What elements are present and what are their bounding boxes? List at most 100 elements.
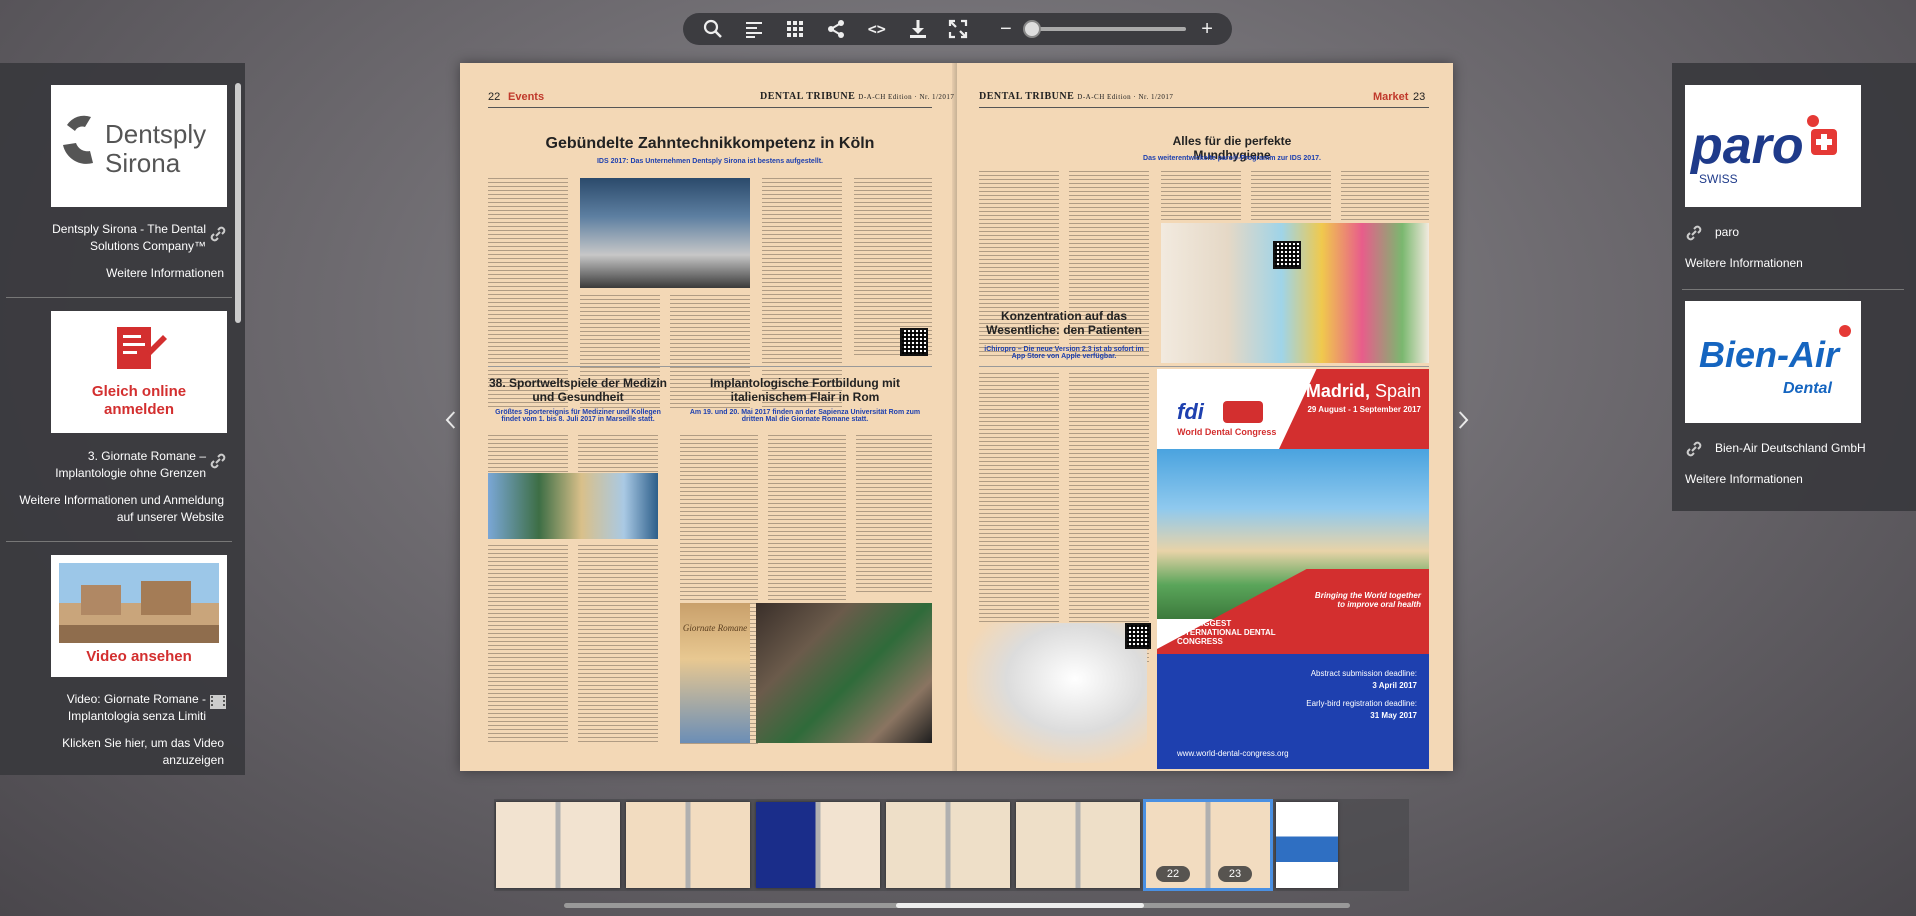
next-page-arrow[interactable] <box>1453 405 1473 435</box>
subhead-mundhygiene: Das weiterentwickelte paro®-Programm zur… <box>1143 155 1321 162</box>
dentsply-logo-word2: Sirona <box>105 148 181 178</box>
qr-code <box>1125 623 1151 649</box>
left-ad-panel: Dentsply Sirona Dentsply Sirona - The De… <box>0 63 245 775</box>
page-number-left: 22 <box>488 91 501 103</box>
register-online-text: Gleich online anmelden <box>91 383 187 418</box>
link-icon[interactable] <box>1685 440 1703 458</box>
page-right[interactable]: DENTAL TRIBUNE D-A-CH Edition · Nr. 1/20… <box>957 63 1453 771</box>
share-icon[interactable] <box>816 13 857 45</box>
ad-title-bien-air[interactable]: Bien-Air Deutschland GmbH <box>1715 441 1866 455</box>
brand-right: DENTAL TRIBUNE D-A-CH Edition · Nr. 1/20… <box>979 91 1173 102</box>
ad-title-dentsply[interactable]: Dentsply Sirona - The Dental Solutions C… <box>20 221 206 255</box>
thumbnail-page[interactable] <box>1016 802 1140 888</box>
article-column <box>856 435 932 595</box>
left-panel-scrollbar[interactable] <box>235 83 241 323</box>
headline-sportweltspiele: 38. Sportweltspiele der Medizin und Gesu… <box>488 376 668 404</box>
right-ad-panel: paro SWISS paro Weitere Informationen Bi… <box>1672 63 1916 511</box>
ad-title-paro[interactable]: paro <box>1715 225 1739 239</box>
fdi-ad-deadline2-label: Early-bird registration deadline: <box>1306 699 1417 708</box>
fdi-ad-congress-band: THE BIGGEST INTERNATIONAL DENTAL CONGRES… <box>1177 619 1276 646</box>
subhead-patienten: iChiropro – Die neue Version 2.3 ist ab … <box>984 346 1144 360</box>
download-icon[interactable] <box>897 13 938 45</box>
zoom-in-button[interactable]: + <box>1192 13 1222 45</box>
thumbnail-page[interactable] <box>1276 802 1338 888</box>
header-rule <box>979 107 1429 108</box>
page-number-right: 23 <box>1413 91 1426 103</box>
fdi-congress-ad[interactable]: Madrid, Spain 29 August - 1 September 20… <box>1157 369 1429 769</box>
zoom-slider[interactable] <box>1022 20 1187 38</box>
ichiropro-device-photo <box>967 623 1147 763</box>
article-column <box>762 178 842 408</box>
viewer-toolbar: <> − + <box>683 13 1232 45</box>
bien-air-logo[interactable]: Bien-Air Dental <box>1685 301 1861 423</box>
section-label-right: Market <box>1373 91 1409 103</box>
ad-link-video[interactable]: Klicken Sie hier, um das Video anzuzeige… <box>20 735 224 769</box>
article-column <box>488 178 568 408</box>
thumbnail-page[interactable] <box>886 802 1010 888</box>
divider <box>6 297 232 298</box>
section-rule <box>979 366 1429 367</box>
fdi-ad-dates: 29 August - 1 September 2017 <box>1307 405 1421 414</box>
dentsply-logo-word1: Dentsply <box>105 119 206 149</box>
article-column <box>578 545 658 745</box>
giornate-book-title: Giornate Romane <box>682 623 748 633</box>
qr-code <box>900 328 928 356</box>
video-film-icon[interactable] <box>209 693 227 711</box>
bien-air-logo-word: Bien-Air <box>1699 334 1841 375</box>
embed-code-label: <> <box>867 20 886 38</box>
thumbnail-page[interactable] <box>496 802 620 888</box>
fdi-ad-deadline2: 31 May 2017 <box>1370 711 1417 720</box>
ad-title-giornate[interactable]: 3. Giornate Romane – Implantologie ohne … <box>20 448 206 482</box>
ad-link-dentsply[interactable]: Weitere Informationen <box>20 265 224 282</box>
fdi-ad-city: Madrid <box>1305 381 1365 401</box>
header-rule <box>488 107 932 108</box>
divider <box>6 541 232 542</box>
paro-logo-word: paro <box>1689 117 1804 175</box>
brand-left-edition: D-A-CH Edition · Nr. 1/2017 <box>858 93 955 101</box>
fullscreen-icon[interactable] <box>938 13 979 45</box>
link-icon[interactable] <box>209 225 227 243</box>
subhead-implantologie: Am 19. und 20. Mai 2017 finden an der Sa… <box>689 409 921 423</box>
fdi-ad-deadline1: 3 April 2017 <box>1372 681 1417 690</box>
ad-title-video[interactable]: Video: Giornate Romane - Implantologia s… <box>20 691 206 725</box>
link-icon[interactable] <box>1685 224 1703 242</box>
fdi-ad-deadline1-label: Abstract submission deadline: <box>1310 669 1417 678</box>
dentsply-logo[interactable]: Dentsply Sirona <box>51 85 227 207</box>
zoom-out-button[interactable]: − <box>991 13 1021 45</box>
paro-logo[interactable]: paro SWISS <box>1685 85 1861 207</box>
fdi-ad-org-full: World Dental Congress <box>1177 427 1277 437</box>
search-icon[interactable] <box>693 13 734 45</box>
fdi-ad-country: Spain <box>1374 381 1421 401</box>
thumbnail-scrollbar[interactable] <box>564 903 1350 908</box>
section-label-left: Events <box>508 91 545 103</box>
thumbnail-page[interactable] <box>626 802 750 888</box>
thumbnail-page-badge: 23 <box>1218 866 1252 882</box>
subhead-sportweltspiele: Größtes Sportereignis für Mediziner und … <box>495 409 661 423</box>
brand-right-name: DENTAL TRIBUNE <box>979 91 1075 102</box>
section-rule <box>488 366 932 367</box>
fdi-ad-url[interactable]: www.world-dental-congress.org <box>1177 749 1289 758</box>
headline-implantologie: Implantologische Fortbildung mit italien… <box>710 376 900 404</box>
headline-patienten: Konzentration auf das Wesentliche: den P… <box>986 309 1142 337</box>
thumbnail-scrollbar-thumb[interactable] <box>896 903 1144 908</box>
page-left[interactable]: 22 Events DENTAL TRIBUNE D-A-CH Edition … <box>460 63 956 771</box>
divider <box>1682 289 1904 290</box>
brand-left: DENTAL TRIBUNE D-A-CH Edition · Nr. 1/20… <box>760 91 954 102</box>
brand-right-edition: D-A-CH Edition · Nr. 1/2017 <box>1077 93 1174 101</box>
ad-link-giornate[interactable]: Weitere Informationen und Anmeldung auf … <box>10 492 224 526</box>
embed-code-icon[interactable]: <> <box>856 13 897 45</box>
sports-photo <box>488 473 658 539</box>
video-watch-label: Video ansehen <box>86 648 192 665</box>
link-icon[interactable] <box>209 452 227 470</box>
thumbnail-page-active[interactable]: 22 23 <box>1143 799 1273 891</box>
ad-link-paro[interactable]: Weitere Informationen <box>1685 256 1803 270</box>
table-of-contents-icon[interactable] <box>734 13 775 45</box>
thumbnail-page[interactable] <box>756 802 880 888</box>
previous-page-arrow[interactable] <box>441 405 461 435</box>
ad-link-bien-air[interactable]: Weitere Informationen <box>1685 472 1803 486</box>
zoom-slider-handle[interactable] <box>1022 20 1041 38</box>
grid-icon[interactable] <box>775 13 816 45</box>
magazine-spread[interactable]: 22 Events DENTAL TRIBUNE D-A-CH Edition … <box>460 63 1453 771</box>
thumbnail-page-badge: 22 <box>1156 866 1190 882</box>
subhead-koeln: IDS 2017: Das Unternehmen Dentsply Siron… <box>596 158 823 165</box>
